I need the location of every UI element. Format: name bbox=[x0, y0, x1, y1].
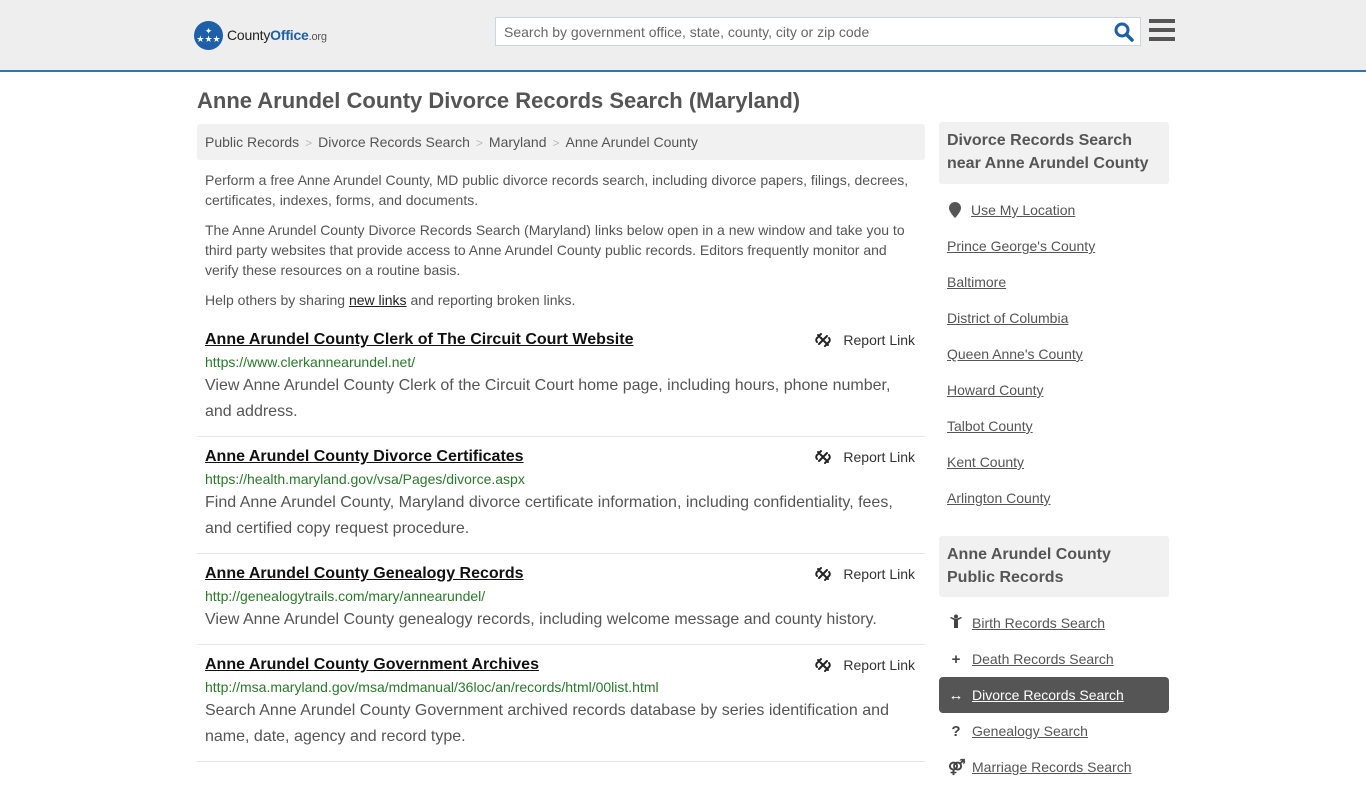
nearby-link[interactable]: District of Columbia bbox=[947, 309, 1068, 327]
hamburger-menu-icon[interactable] bbox=[1149, 19, 1175, 43]
report-link-button[interactable]: Report Link bbox=[815, 332, 915, 348]
result-title-link[interactable]: Anne Arundel County Divorce Certificates bbox=[205, 447, 917, 467]
result-item: Anne Arundel County Government Archives … bbox=[197, 655, 925, 762]
sidebar-link[interactable]: Divorce Records Search bbox=[972, 687, 1124, 703]
nearby-link[interactable]: Talbot County bbox=[947, 417, 1033, 435]
help-text-end: and reporting broken links. bbox=[406, 292, 576, 308]
nearby-link[interactable]: Kent County bbox=[947, 453, 1024, 471]
result-title-link[interactable]: Anne Arundel County Clerk of The Circuit… bbox=[205, 330, 917, 350]
result-description: Search Anne Arundel County Government ar… bbox=[205, 702, 889, 745]
sidebar-item-divorce-records[interactable]: ↔ Divorce Records Search bbox=[939, 677, 1169, 713]
breadcrumb-separator: > bbox=[475, 136, 483, 150]
result-title-link[interactable]: Anne Arundel County Genealogy Records bbox=[205, 564, 917, 584]
eagle-logo-icon: ✦ ★★★ bbox=[194, 20, 223, 50]
result-url[interactable]: https://health.maryland.gov/vsa/Pages/di… bbox=[205, 470, 917, 488]
breadcrumb: Public Records > Divorce Records Search > Ma… bbox=[197, 124, 925, 160]
result-url[interactable]: http://genealogytrails.com/mary/annearun… bbox=[205, 587, 917, 605]
report-link-button[interactable]: Report Link bbox=[815, 566, 915, 582]
breadcrumb-current: Anne Arundel County bbox=[565, 134, 698, 150]
breadcrumb-divorce-records-search[interactable]: Divorce Records Search bbox=[318, 134, 470, 150]
sidebar-link[interactable]: Death Records Search bbox=[972, 651, 1114, 667]
nearby-link[interactable]: Arlington County bbox=[947, 489, 1051, 507]
question-icon: ? bbox=[951, 722, 961, 740]
intro-paragraph-3: Help others by sharing new links and rep… bbox=[205, 290, 917, 310]
intro-paragraph-1: Perform a free Anne Arundel County, MD p… bbox=[205, 172, 909, 208]
result-description: View Anne Arundel County genealogy recor… bbox=[205, 611, 877, 628]
public-records-heading: Anne Arundel County Public Records bbox=[939, 536, 1169, 597]
result-description: View Anne Arundel County Clerk of the Ci… bbox=[205, 377, 891, 420]
arrows-horizontal-icon: ↔ bbox=[948, 686, 964, 704]
report-link-label: Report Link bbox=[843, 566, 915, 582]
map-marker-icon bbox=[949, 202, 961, 218]
broken-link-icon bbox=[815, 567, 832, 581]
search-input[interactable] bbox=[496, 18, 1106, 45]
result-description: Find Anne Arundel County, Maryland divor… bbox=[205, 494, 893, 537]
report-link-label: Report Link bbox=[843, 449, 915, 465]
plus-icon: + bbox=[951, 650, 961, 668]
sidebar-link[interactable]: Marriage Records Search bbox=[972, 759, 1132, 775]
nearby-link[interactable]: Queen Anne's County bbox=[947, 345, 1083, 363]
broken-link-icon bbox=[815, 333, 832, 347]
nearby-link[interactable]: Howard County bbox=[947, 381, 1044, 399]
sidebar-link[interactable]: Genealogy Search bbox=[972, 723, 1088, 739]
result-item: Anne Arundel County Genealogy Records ht… bbox=[197, 564, 925, 645]
marriage-icon: ⚤ bbox=[948, 759, 966, 776]
report-link-label: Report Link bbox=[843, 332, 915, 348]
child-icon bbox=[948, 614, 964, 632]
search-icon bbox=[1114, 22, 1134, 42]
breadcrumb-separator: > bbox=[305, 136, 313, 150]
result-url[interactable]: https://www.clerkannearundel.net/ bbox=[205, 353, 917, 371]
nearby-heading: Divorce Records Search near Anne Arundel… bbox=[939, 122, 1169, 184]
broken-link-icon bbox=[815, 450, 832, 464]
nearby-link[interactable]: Prince George's County bbox=[947, 237, 1095, 255]
report-link-button[interactable]: Report Link bbox=[815, 449, 915, 465]
breadcrumb-separator: > bbox=[552, 136, 560, 150]
result-title-link[interactable]: Anne Arundel County Government Archives bbox=[205, 655, 917, 675]
result-url[interactable]: http://msa.maryland.gov/msa/mdmanual/36l… bbox=[205, 678, 917, 696]
new-links-link[interactable]: new links bbox=[349, 292, 407, 308]
result-item: Anne Arundel County Divorce Certificates… bbox=[197, 447, 925, 554]
use-my-location[interactable]: Use My Location bbox=[949, 202, 1075, 218]
sidebar-item-birth-records[interactable]: Birth Records Search bbox=[939, 605, 1169, 641]
report-link-button[interactable]: Report Link bbox=[815, 657, 915, 673]
site-logo[interactable]: ✦ ★★★ CountyOffice.org bbox=[194, 20, 327, 50]
sidebar-item-death-records[interactable]: + Death Records Search bbox=[939, 641, 1169, 677]
search-bar bbox=[495, 17, 1141, 46]
site-header: ✦ ★★★ CountyOffice.org bbox=[0, 0, 1366, 72]
sidebar-item-genealogy[interactable]: ? Genealogy Search bbox=[939, 713, 1169, 749]
intro-paragraph-2: The Anne Arundel County Divorce Records … bbox=[205, 222, 905, 278]
sidebar-item-marriage-records[interactable]: ⚤ Marriage Records Search bbox=[939, 749, 1169, 785]
page-title: Anne Arundel County Divorce Records Sear… bbox=[197, 88, 801, 113]
help-text: Help others by sharing bbox=[205, 292, 349, 308]
logo-wordmark: CountyOffice.org bbox=[227, 27, 327, 43]
breadcrumb-maryland[interactable]: Maryland bbox=[489, 134, 547, 150]
breadcrumb-public-records[interactable]: Public Records bbox=[205, 134, 299, 150]
report-link-label: Report Link bbox=[843, 657, 915, 673]
use-my-location-link[interactable]: Use My Location bbox=[971, 202, 1075, 218]
nearby-link[interactable]: Baltimore bbox=[947, 273, 1006, 291]
result-item: Anne Arundel County Clerk of The Circuit… bbox=[197, 330, 925, 437]
broken-link-icon bbox=[815, 658, 832, 672]
search-button[interactable] bbox=[1114, 22, 1134, 42]
sidebar-link[interactable]: Birth Records Search bbox=[972, 615, 1105, 631]
